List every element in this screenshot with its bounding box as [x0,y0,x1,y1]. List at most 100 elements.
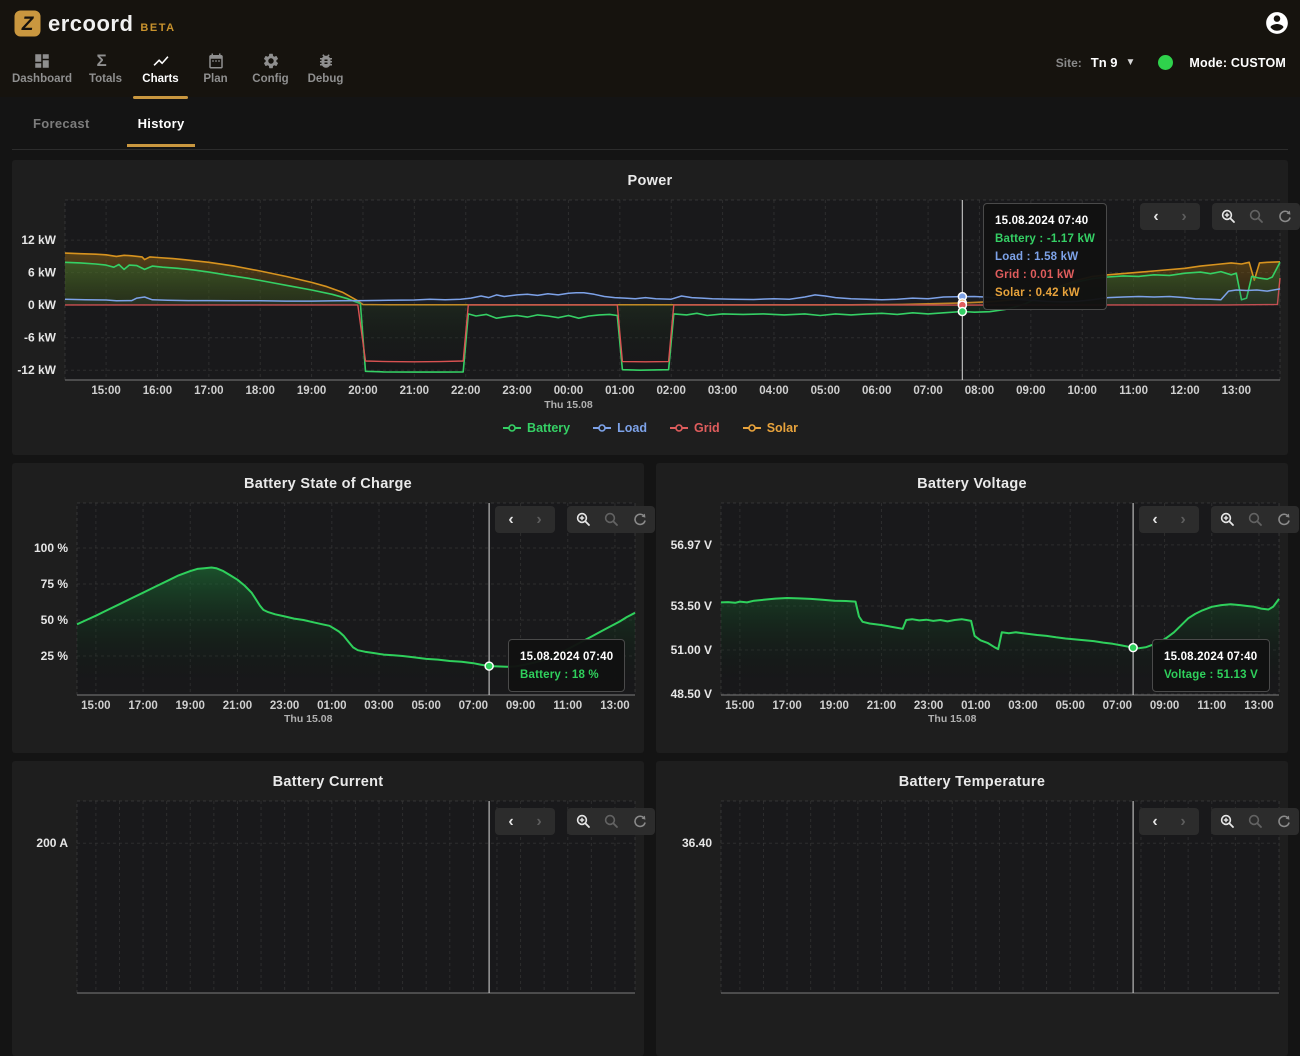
nav-item-plan[interactable]: Plan [188,46,243,97]
svg-text:06:00: 06:00 [862,385,891,397]
legend-item-battery[interactable]: Battery [502,421,570,435]
legend-item-grid[interactable]: Grid [669,421,720,435]
pan-right-button[interactable]: › [1175,512,1191,528]
nav-item-config[interactable]: Config [243,46,298,97]
legend-item-solar[interactable]: Solar [742,421,798,435]
chart-toolbar: ‹ › [1139,506,1299,533]
pan-right-button[interactable]: › [1176,209,1192,225]
legend-marker-icon [502,423,522,433]
svg-text:21:00: 21:00 [400,385,429,397]
pan-right-button[interactable]: › [1175,814,1191,830]
bug-icon [317,52,335,70]
svg-text:05:00: 05:00 [1055,700,1084,712]
legend-marker-icon [669,423,689,433]
site-selector[interactable]: Tn 9 [1091,55,1118,70]
power-chart-panel: Power 15:0016:0017:0018:0019:0020:0021:0… [12,160,1288,455]
zoom-in-button[interactable] [1219,814,1235,830]
tooltip-row: Grid : 0.01 kW [995,266,1095,284]
zoom-in-button[interactable] [575,512,591,528]
chart-tooltip: 15.08.2024 07:40Battery : 18 % [508,639,625,692]
svg-text:15:00: 15:00 [725,700,754,712]
mode-label: Mode: CUSTOM [1189,56,1286,70]
zoom-in-button[interactable] [575,814,591,830]
svg-text:08:00: 08:00 [965,385,994,397]
svg-text:36.40: 36.40 [682,836,712,850]
main-nav: Dashboard Σ Totals Charts Plan Config [6,46,353,97]
account-circle-icon[interactable] [1264,10,1290,36]
nav-item-charts[interactable]: Charts [133,46,188,97]
legend-item-load[interactable]: Load [592,421,647,435]
tab-forecast[interactable]: Forecast [22,99,101,147]
nav-item-debug[interactable]: Debug [298,46,353,97]
zoom-out-button[interactable] [603,512,619,528]
pan-left-button[interactable]: ‹ [1147,512,1163,528]
reset-zoom-button[interactable] [1276,209,1292,225]
pan-left-button[interactable]: ‹ [503,814,519,830]
battery-temperature-chart-canvas[interactable]: 36.40 [656,761,1288,1056]
site-label: Site: [1056,56,1082,70]
chart-legend: Battery Load Grid Solar [12,421,1288,435]
svg-text:Thu 15.08: Thu 15.08 [284,713,333,725]
svg-text:Thu 15.08: Thu 15.08 [544,399,593,411]
svg-text:Thu 15.08: Thu 15.08 [928,713,977,725]
reset-zoom-button[interactable] [631,814,647,830]
svg-text:07:00: 07:00 [459,700,488,712]
svg-text:13:00: 13:00 [1222,385,1251,397]
nav-item-label: Charts [142,73,178,85]
svg-text:Z: Z [21,14,35,35]
chart-toolbar: ‹ › [495,808,655,835]
svg-text:17:00: 17:00 [772,700,801,712]
app-header: Z ercoord BETA Dashboard Σ Totals Charts [0,0,1300,97]
nav-item-dashboard[interactable]: Dashboard [6,46,78,97]
svg-text:-12 kW: -12 kW [17,363,56,377]
svg-text:05:00: 05:00 [411,700,440,712]
zoom-out-button[interactable] [1248,209,1264,225]
svg-text:13:00: 13:00 [600,700,629,712]
zoom-out-button[interactable] [603,814,619,830]
svg-text:03:00: 03:00 [1008,700,1037,712]
legend-label: Battery [527,421,570,435]
app-window: Z ercoord BETA Dashboard Σ Totals Charts [0,0,1300,845]
tab-history[interactable]: History [127,99,196,147]
svg-text:19:00: 19:00 [297,385,326,397]
reset-zoom-button[interactable] [1275,512,1291,528]
logo-text: ercoord [48,10,133,37]
svg-text:16:00: 16:00 [143,385,172,397]
legend-label: Solar [767,421,798,435]
nav-item-label: Plan [203,73,227,85]
svg-text:01:00: 01:00 [605,385,634,397]
pan-left-button[interactable]: ‹ [503,512,519,528]
svg-text:07:00: 07:00 [1103,700,1132,712]
pan-right-button[interactable]: › [531,512,547,528]
app-logo: Z ercoord BETA [14,10,176,37]
svg-text:07:00: 07:00 [913,385,942,397]
chart-toolbar: ‹ › [1140,203,1300,230]
site-mode-cluster: Site: Tn 9 ▼ Mode: CUSTOM [1056,55,1286,70]
line-chart-icon [152,52,170,70]
svg-text:11:00: 11:00 [553,700,582,712]
battery-current-chart-canvas[interactable]: 200 A [12,761,644,1056]
chevron-down-icon[interactable]: ▼ [1125,57,1135,68]
nav-item-label: Dashboard [12,73,72,85]
svg-text:17:00: 17:00 [194,385,223,397]
svg-text:12:00: 12:00 [1170,385,1199,397]
zoom-in-button[interactable] [1219,512,1235,528]
svg-text:20:00: 20:00 [348,385,377,397]
tooltip-row: Battery : 18 % [520,666,613,684]
reset-zoom-button[interactable] [631,512,647,528]
nav-item-totals[interactable]: Σ Totals [78,46,133,97]
reset-zoom-button[interactable] [1275,814,1291,830]
svg-text:6 kW: 6 kW [28,266,57,280]
zoom-in-button[interactable] [1220,209,1236,225]
pan-right-button[interactable]: › [531,814,547,830]
legend-marker-icon [742,423,762,433]
pan-left-button[interactable]: ‹ [1148,209,1164,225]
zoom-out-button[interactable] [1247,512,1263,528]
pan-left-button[interactable]: ‹ [1147,814,1163,830]
divider [12,149,1288,150]
zoom-out-button[interactable] [1247,814,1263,830]
svg-text:23:00: 23:00 [270,700,299,712]
tooltip-row: 15.08.2024 07:40 [995,212,1095,230]
nav-item-label: Totals [89,73,122,85]
chart-tooltip: 15.08.2024 07:40Battery : -1.17 kWLoad :… [983,203,1107,310]
